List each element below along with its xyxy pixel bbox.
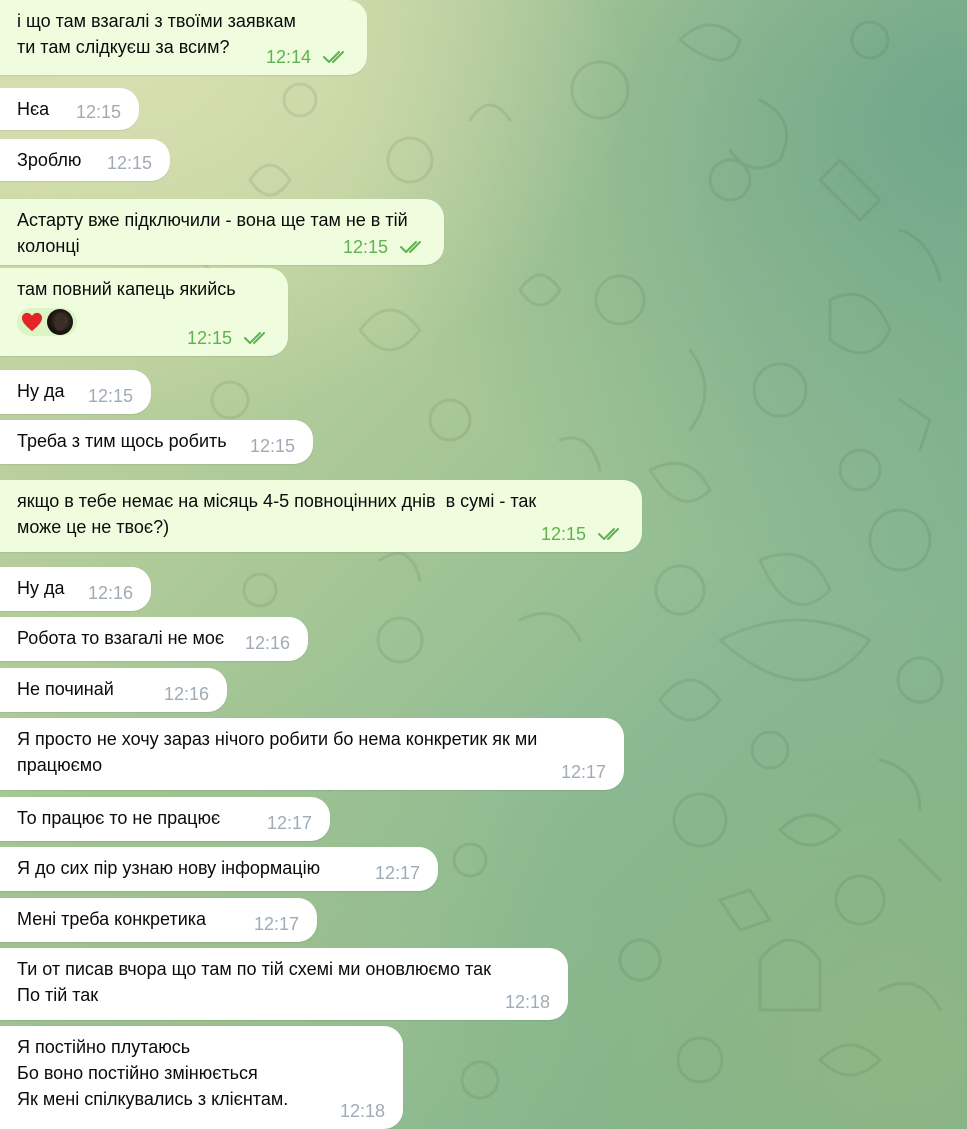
- message-meta: 12:15: [187, 328, 270, 348]
- incoming-message-bubble[interactable]: Ти от писав вчора що там по тій схемі ми…: [0, 948, 568, 1020]
- message-time: 12:15: [186, 328, 232, 348]
- message-meta: 12:15: [88, 386, 133, 406]
- incoming-message-bubble[interactable]: Треба з тим щось робить 12:15: [0, 420, 313, 464]
- message-meta: 12:15: [107, 153, 152, 173]
- incoming-message-bubble[interactable]: Я постійно плутаюсь Бо воно постійно змі…: [0, 1026, 403, 1129]
- message-time: 12:18: [504, 992, 550, 1012]
- message-meta: 12:17: [561, 762, 606, 782]
- message-text: там повний капець якийсь: [17, 279, 236, 299]
- message-meta: 12:17: [254, 914, 299, 934]
- message-meta: 12:15: [541, 524, 624, 544]
- message-text: Я просто не хочу зараз нічого робити бо …: [17, 729, 538, 775]
- message-reaction[interactable]: [17, 308, 77, 336]
- message-time: 12:15: [249, 436, 295, 456]
- message-meta: 12:16: [245, 633, 290, 653]
- message-meta: 12:15: [76, 102, 121, 122]
- double-check-icon: [244, 332, 265, 344]
- message-time: 12:17: [253, 914, 299, 934]
- message-time: 12:15: [342, 237, 388, 257]
- heart-emoji: [21, 312, 43, 332]
- incoming-message-bubble[interactable]: Я до сих пір узнаю нову інформацію 12:17: [0, 847, 438, 891]
- incoming-message-bubble[interactable]: Мені треба конкретика 12:17: [0, 898, 317, 942]
- message-text: Ти от писав вчора що там по тій схемі ми…: [17, 959, 491, 1005]
- message-time: 12:17: [266, 813, 312, 833]
- message-time: 12:17: [374, 863, 420, 883]
- double-check-icon: [598, 528, 619, 540]
- outgoing-message-bubble[interactable]: Астарту вже підключили - вона ще там не …: [0, 199, 444, 265]
- message-text: Я до сих пір узнаю нову інформацію: [17, 858, 321, 878]
- message-text: Я постійно плутаюсь Бо воно постійно змі…: [17, 1037, 289, 1109]
- message-meta: 12:18: [505, 992, 550, 1012]
- message-meta: 12:17: [267, 813, 312, 833]
- incoming-message-bubble[interactable]: Ну да 12:15: [0, 370, 151, 414]
- message-time: 12:15: [106, 153, 152, 173]
- outgoing-message-bubble[interactable]: якщо в тебе немає на місяць 4-5 повноцін…: [0, 480, 642, 552]
- message-text: якщо в тебе немає на місяць 4-5 повноцін…: [17, 491, 537, 537]
- incoming-message-bubble[interactable]: Не починай 12:16: [0, 668, 227, 712]
- message-time: 12:16: [244, 633, 290, 653]
- incoming-message-bubble[interactable]: То працює то не працює 12:17: [0, 797, 330, 841]
- outgoing-message-bubble[interactable]: і що там взагалі з твоїми заявкам ти там…: [0, 0, 367, 75]
- message-time: 12:15: [87, 386, 133, 406]
- incoming-message-bubble[interactable]: Я просто не хочу зараз нічого робити бо …: [0, 718, 624, 790]
- message-meta: 12:14: [266, 47, 349, 67]
- message-meta: 12:17: [375, 863, 420, 883]
- outgoing-message-bubble[interactable]: там повний капець якийсь 12:15: [0, 268, 288, 356]
- message-time: 12:15: [540, 524, 586, 544]
- incoming-message-bubble[interactable]: Робота то взагалі не моє 12:16: [0, 617, 308, 661]
- message-meta: 12:15: [343, 237, 426, 257]
- message-meta: 12:18: [340, 1101, 385, 1121]
- message-time: 12:15: [75, 102, 121, 122]
- message-meta: 12:15: [250, 436, 295, 456]
- double-check-icon: [323, 51, 344, 63]
- message-meta: 12:16: [88, 583, 133, 603]
- incoming-message-bubble[interactable]: Зроблю 12:15: [0, 139, 170, 181]
- message-time: 12:16: [163, 684, 209, 704]
- message-meta: 12:16: [164, 684, 209, 704]
- message-time: 12:14: [265, 47, 311, 67]
- incoming-message-bubble[interactable]: Нєа 12:15: [0, 88, 139, 130]
- message-time: 12:18: [339, 1101, 385, 1121]
- double-check-icon: [400, 241, 421, 253]
- message-time: 12:17: [560, 762, 606, 782]
- reaction-avatar: [47, 309, 73, 335]
- incoming-message-bubble[interactable]: Ну да 12:16: [0, 567, 151, 611]
- message-time: 12:16: [87, 583, 133, 603]
